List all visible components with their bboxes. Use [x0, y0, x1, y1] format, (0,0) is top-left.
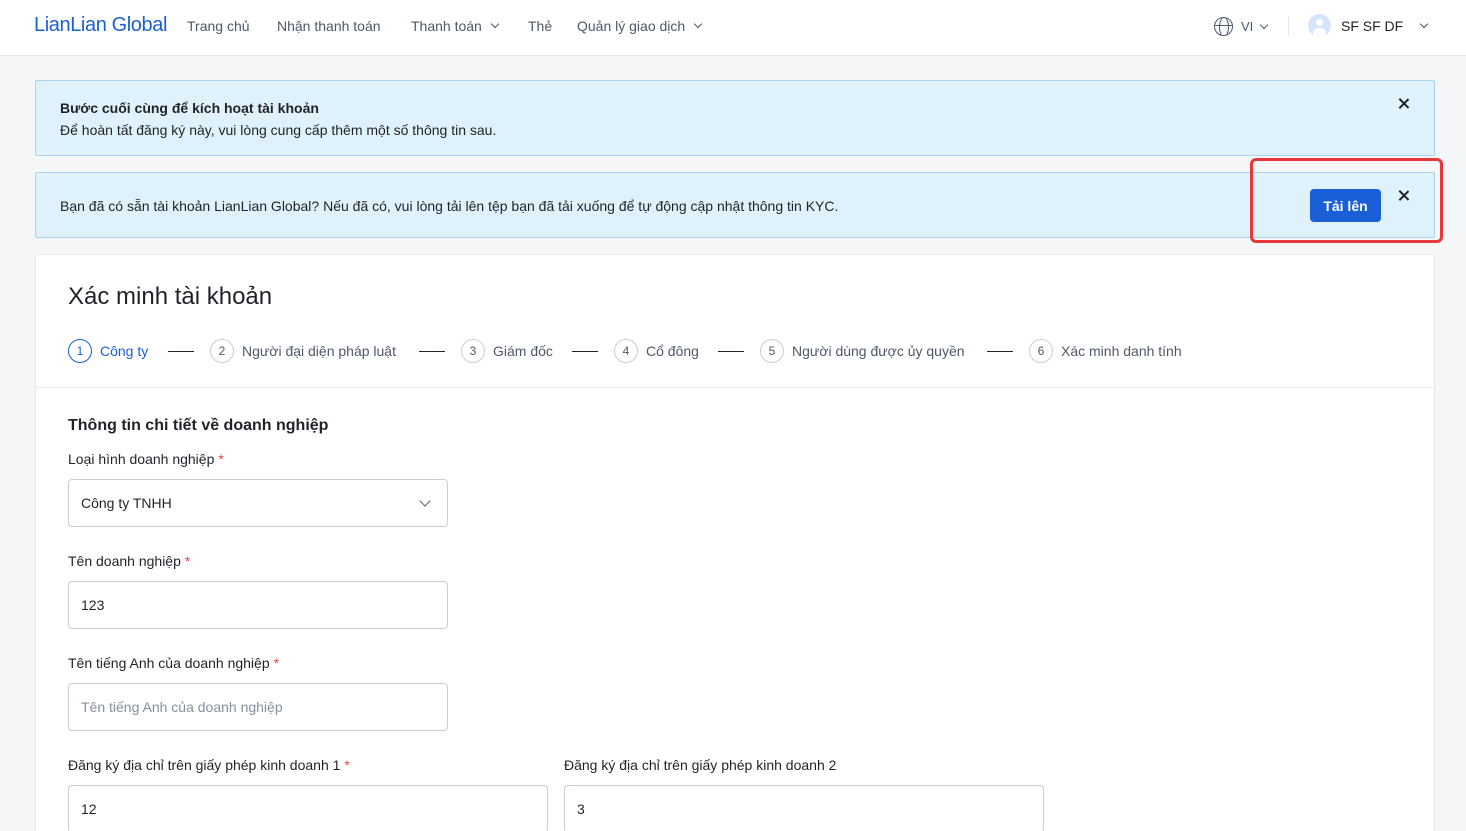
chevron-down-icon — [1260, 20, 1269, 29]
chevron-down-icon — [490, 19, 500, 29]
step-label: Cổ đông — [646, 343, 699, 359]
address-1-label: Đăng ký địa chỉ trên giấy phép kinh doan… — [68, 757, 350, 773]
divider — [36, 387, 1434, 388]
step-label: Người dùng được ủy quyền — [792, 343, 965, 359]
nav-item-cards[interactable]: Thẻ — [528, 18, 552, 34]
step-legal-representative[interactable]: 2 Người đại diện pháp luật — [210, 339, 396, 363]
nav-item-label: Quản lý giao dịch — [577, 18, 686, 34]
address-2-label: Đăng ký địa chỉ trên giấy phép kinh doan… — [564, 757, 836, 773]
select-value: Công ty TNHH — [81, 495, 172, 511]
address-2-input[interactable]: 3 — [564, 785, 1044, 831]
required-mark: * — [184, 553, 191, 569]
nav-item-receive-payments[interactable]: Nhận thanh toán — [277, 18, 381, 34]
nav-item-label: Thẻ — [528, 18, 553, 34]
step-label: Xác minh danh tính — [1061, 343, 1182, 359]
step-label: Giám đốc — [493, 343, 553, 359]
english-name-input[interactable]: Tên tiếng Anh của doanh nghiệp — [68, 683, 448, 731]
step-connector — [987, 351, 1013, 352]
step-number: 4 — [614, 339, 638, 363]
label-text: Đăng ký địa chỉ trên giấy phép kinh doan… — [68, 757, 341, 773]
nav-divider — [1288, 16, 1289, 36]
input-placeholder: Tên tiếng Anh của doanh nghiệp — [81, 699, 283, 715]
step-number: 3 — [461, 339, 485, 363]
step-identity-verification[interactable]: 6 Xác minh danh tính — [1029, 339, 1182, 363]
label-text: Tên doanh nghiệp — [68, 553, 181, 569]
step-label: Người đại diện pháp luật — [242, 343, 396, 359]
label-text: Đăng ký địa chỉ trên giấy phép kinh doan… — [564, 757, 837, 773]
step-connector — [168, 351, 194, 352]
required-mark: * — [344, 757, 350, 773]
input-value: 3 — [577, 801, 585, 817]
step-director[interactable]: 3 Giám đốc — [461, 339, 553, 363]
close-icon[interactable] — [1397, 97, 1411, 111]
address-1-input[interactable]: 12 — [68, 785, 548, 831]
section-title: Thông tin chi tiết về doanh nghiệp — [68, 417, 329, 434]
banner-title: Bước cuối cùng để kích hoạt tài khoản — [60, 100, 319, 116]
required-mark: * — [273, 655, 280, 671]
label-text: Loại hình doanh nghiệp — [68, 451, 215, 467]
page-title: Xác minh tài khoản — [68, 283, 273, 310]
banner-text: Bạn đã có sẵn tài khoản LianLian Global?… — [60, 198, 839, 214]
user-name: SF SF DF — [1341, 17, 1404, 34]
nav-item-home[interactable]: Trang chủ — [187, 18, 250, 34]
brand-logo[interactable]: LianLian Global — [34, 14, 167, 37]
language-selector[interactable]: VI — [1214, 17, 1269, 36]
label-text: Tên tiếng Anh của doanh nghiệp — [68, 655, 270, 671]
banner-text: Để hoàn tất đăng ký này, vui lòng cung c… — [60, 122, 497, 138]
top-navbar: LianLian Global Trang chủ Nhận thanh toá… — [0, 0, 1466, 56]
business-name-input[interactable]: 123 — [68, 581, 448, 629]
nav-item-payments[interactable]: Thanh toán — [411, 18, 500, 34]
nav-item-label: Trang chủ — [187, 18, 250, 34]
step-label: Công ty — [100, 343, 149, 359]
annotation-highlight-box — [1250, 158, 1443, 243]
account-verification-card: Xác minh tài khoản 1 Công ty 2 Người đại… — [35, 254, 1435, 831]
language-code: VI — [1241, 19, 1254, 34]
upload-kyc-banner: Bạn đã có sẵn tài khoản LianLian Global?… — [35, 172, 1435, 238]
step-number: 5 — [760, 339, 784, 363]
nav-item-transaction-management[interactable]: Quản lý giao dịch — [577, 18, 703, 34]
activation-banner: Bước cuối cùng để kích hoạt tài khoản Để… — [35, 80, 1435, 156]
globe-icon — [1214, 17, 1233, 36]
step-company[interactable]: 1 Công ty — [68, 339, 148, 363]
chevron-down-icon — [419, 495, 431, 507]
nav-item-label: Thanh toán — [411, 18, 482, 34]
step-shareholder[interactable]: 4 Cổ đông — [614, 339, 699, 363]
chevron-down-icon — [693, 19, 703, 29]
step-connector — [572, 351, 598, 352]
chevron-down-icon — [1419, 19, 1429, 28]
step-number: 1 — [68, 339, 92, 363]
business-name-label: Tên doanh nghiệp * — [68, 553, 190, 569]
input-value: 12 — [81, 801, 97, 817]
step-connector — [718, 351, 744, 352]
input-value: 123 — [81, 597, 105, 613]
avatar — [1308, 14, 1331, 37]
required-mark: * — [218, 451, 224, 467]
step-number: 6 — [1029, 339, 1053, 363]
business-type-select[interactable]: Công ty TNHH — [68, 479, 448, 527]
nav-item-label: Nhận thanh toán — [277, 18, 381, 34]
english-name-label: Tên tiếng Anh của doanh nghiệp * — [68, 655, 279, 671]
step-authorized-user[interactable]: 5 Người dùng được ủy quyền — [760, 339, 965, 363]
step-number: 2 — [210, 339, 234, 363]
user-menu[interactable]: SF SF DF — [1308, 14, 1429, 37]
business-type-label: Loại hình doanh nghiệp * — [68, 451, 224, 467]
step-connector — [419, 351, 445, 352]
